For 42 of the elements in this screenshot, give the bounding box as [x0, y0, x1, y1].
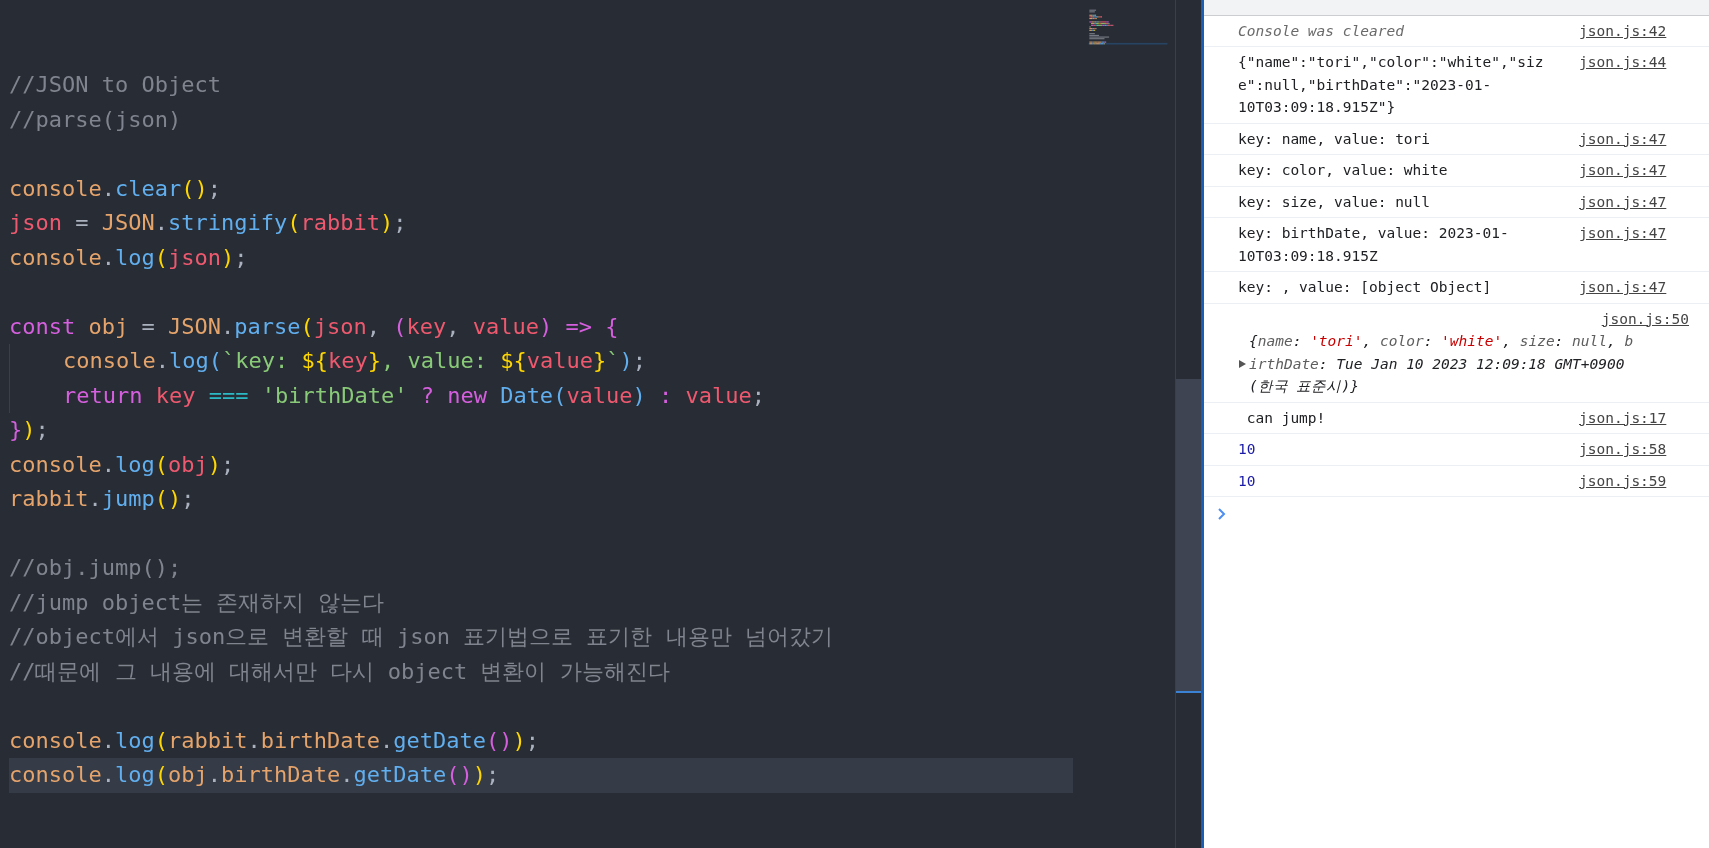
code-line: //jump object는 존재하지 않는다 [9, 588, 384, 617]
console-message: 10 [1238, 440, 1257, 460]
source-link[interactable]: json.js:44 [1579, 51, 1667, 119]
code-line: }); [9, 416, 49, 444]
code-line: console.log(obj); [9, 450, 235, 479]
source-link[interactable]: json.js:58 [1579, 438, 1667, 461]
code-line: json = JSON.stringify(rabbit); [9, 209, 407, 237]
code-line: console.clear(); [9, 174, 221, 203]
source-link[interactable]: json.js:47 [1579, 276, 1667, 299]
code-line: const obj = JSON.parse(json, (key, value) => { [9, 312, 619, 341]
source-link[interactable]: json.js:42 [1579, 20, 1667, 43]
console-message: {"name":"tori","color":"white","size":null,"birthDate":"2023-01-10T03:09:18.915Z"} [1238, 53, 1545, 118]
console-message: key: size, value: null [1238, 192, 1432, 212]
object-preview[interactable]: {name: 'tori', color: 'white', size: null, birthDate: Tue Jan 10 2023 12:09:18 GMT+0900 (한국 표준시)} [1249, 330, 1639, 398]
source-link[interactable]: json.js:47 [1579, 159, 1667, 182]
code-line: //때문에 그 내용에 대해서만 다시 object 변환이 가능해진다 [9, 657, 670, 686]
code-line: //JSON to Object [9, 71, 221, 99]
console-message: 10 [1238, 471, 1257, 491]
code-line: console.log(json); [9, 243, 248, 272]
code-line: //object에서 json으로 변환할 때 json 표기법으로 표기한 내용만 넘어갔기 [9, 623, 833, 651]
code-line: //obj.jump(); [9, 554, 182, 582]
code-line: return key === 'birthDate' ? new Date(value) : value; [63, 381, 766, 410]
prompt-icon[interactable] [1218, 507, 1226, 520]
source-link[interactable]: json.js:47 [1579, 190, 1667, 214]
source-link[interactable]: json.js:17 [1579, 406, 1667, 430]
console-message: key: color, value: white [1238, 161, 1449, 181]
code-line: console.log(rabbit.birthDate.getDate()); [9, 726, 539, 755]
console-message: Console was cleared [1238, 22, 1405, 41]
code-line: console.log(obj.birthDate.getDate()); [9, 761, 500, 789]
console-message: key: , value: [object Object] [1238, 278, 1493, 298]
source-link[interactable]: json.js:59 [1579, 469, 1667, 492]
expand-icon[interactable] [1238, 358, 1247, 369]
code-line: //parse(json) [9, 105, 182, 134]
source-link[interactable]: json.js:47 [1579, 127, 1667, 151]
code-line: rabbit.jump(); [9, 485, 195, 513]
code-line: console.log(`key: ${key}, value: ${value}`); [63, 347, 646, 375]
console-message: key: birthDate, value: 2023-01-10T03:09:18.915Z [1238, 224, 1510, 266]
scrollbar-thumb[interactable] [1176, 379, 1201, 693]
source-link[interactable]: json.js:47 [1579, 222, 1667, 268]
source-link[interactable]: json.js:50 [1601, 307, 1689, 331]
console-message: key: name, value: tori [1238, 129, 1432, 149]
console-message: can jump! [1245, 408, 1327, 428]
